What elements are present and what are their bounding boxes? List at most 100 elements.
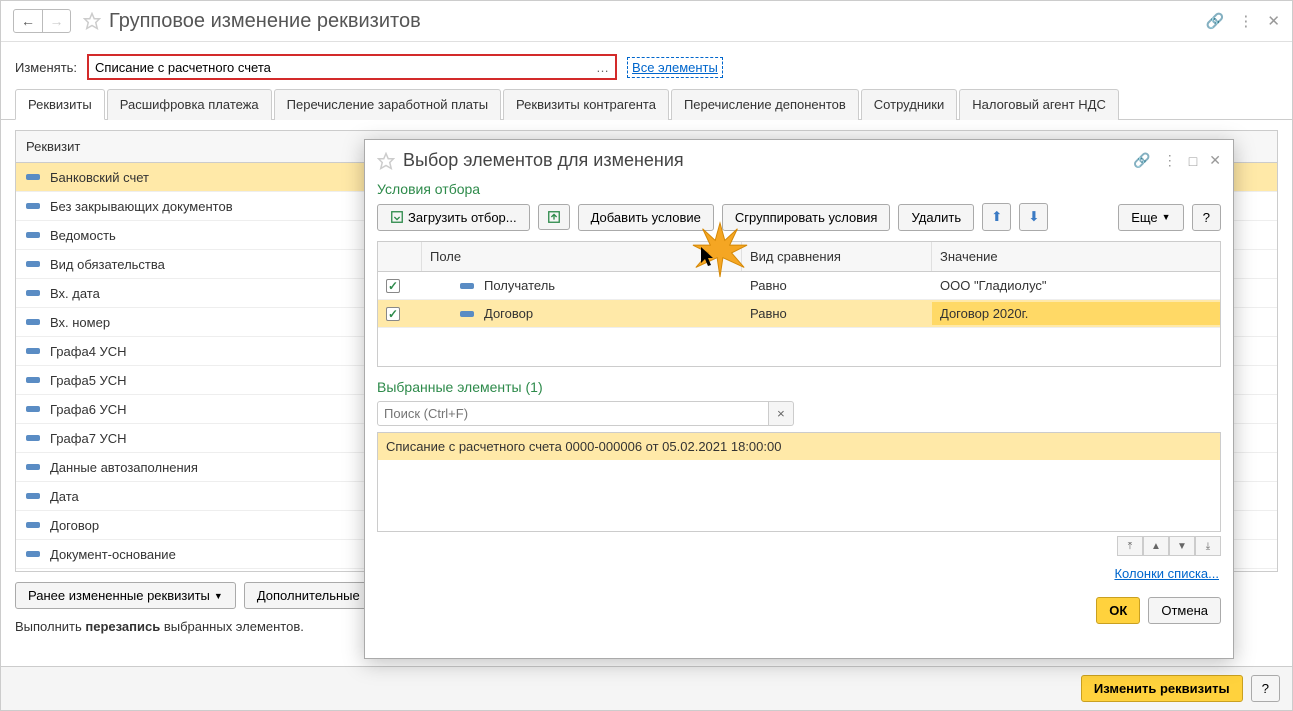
row-icon bbox=[26, 493, 40, 499]
cond-header-val: Значение bbox=[932, 242, 1220, 271]
chevron-down-icon: ▼ bbox=[214, 591, 223, 601]
condition-checkbox[interactable] bbox=[386, 279, 400, 293]
row-icon bbox=[460, 283, 474, 289]
condition-row[interactable]: Получатель Равно ООО "Гладиолус" bbox=[378, 272, 1220, 300]
row-icon bbox=[460, 311, 474, 317]
form-row: Изменять: … Все элементы bbox=[1, 42, 1292, 88]
delete-button[interactable]: Удалить bbox=[898, 204, 974, 231]
load-icon bbox=[390, 210, 404, 224]
row-label: Дата bbox=[50, 489, 79, 504]
result-list: Списание с расчетного счета 0000-000006 … bbox=[377, 432, 1221, 532]
selected-section-title: Выбранные элементы (1) bbox=[377, 379, 1221, 401]
menu-icon[interactable]: ⋮ bbox=[1163, 152, 1177, 169]
row-icon bbox=[26, 174, 40, 180]
page-title: Групповое изменение реквизитов bbox=[109, 10, 1206, 33]
maximize-icon[interactable]: □ bbox=[1189, 153, 1197, 169]
cond-val: ООО "Гладиолус" bbox=[932, 274, 1220, 297]
cond-val: Договор 2020г. bbox=[932, 302, 1220, 325]
select-dots-icon[interactable]: … bbox=[590, 60, 615, 75]
row-label: Вх. номер bbox=[50, 315, 110, 330]
arrow-down-icon: ⬇ bbox=[1028, 209, 1039, 225]
cond-header-check bbox=[378, 242, 422, 271]
save-icon bbox=[547, 210, 561, 224]
modal-help-button[interactable]: ? bbox=[1192, 204, 1221, 231]
cond-comp: Равно bbox=[742, 274, 932, 297]
footer-bar: Изменить реквизиты ? bbox=[1, 666, 1292, 710]
back-button[interactable]: ← bbox=[14, 10, 42, 32]
row-label: Банковский счет bbox=[50, 170, 149, 185]
cond-header-field: Поле bbox=[422, 242, 742, 271]
row-label: Графа7 УСН bbox=[50, 431, 127, 446]
selected-section: Выбранные элементы (1) × Списание с расч… bbox=[365, 367, 1233, 532]
tab-vat-agent[interactable]: Налоговый агент НДС bbox=[959, 89, 1119, 120]
row-label: Графа4 УСН bbox=[50, 344, 127, 359]
load-filter-button[interactable]: Загрузить отбор... bbox=[377, 204, 530, 231]
close-icon[interactable]: ✕ bbox=[1209, 152, 1221, 169]
tab-counterparty-req[interactable]: Реквизиты контрагента bbox=[503, 89, 669, 120]
nav-buttons: ← → bbox=[13, 9, 71, 33]
close-icon[interactable]: ✕ bbox=[1267, 12, 1280, 30]
cancel-button[interactable]: Отмена bbox=[1148, 597, 1221, 624]
change-requisites-button[interactable]: Изменить реквизиты bbox=[1081, 675, 1243, 702]
ok-button[interactable]: ОК bbox=[1096, 597, 1140, 624]
columns-link[interactable]: Колонки списка... bbox=[1114, 566, 1219, 581]
link-icon[interactable]: 🔗 bbox=[1206, 12, 1225, 30]
move-up-button[interactable]: ⬆ bbox=[982, 203, 1011, 231]
move-down-button[interactable]: ⬇ bbox=[1019, 203, 1048, 231]
change-input[interactable] bbox=[89, 60, 590, 75]
more-button[interactable]: Еще ▼ bbox=[1118, 204, 1183, 231]
nav-last-button[interactable]: ⤓ bbox=[1195, 536, 1221, 556]
row-icon bbox=[26, 290, 40, 296]
additional-button[interactable]: Дополнительные bbox=[244, 582, 373, 609]
row-icon bbox=[26, 261, 40, 267]
nav-up-button[interactable]: ▲ bbox=[1143, 536, 1169, 556]
change-select[interactable]: … bbox=[87, 54, 617, 80]
modal-buttons: ОК Отмена bbox=[365, 587, 1233, 634]
add-condition-button[interactable]: Добавить условие bbox=[578, 204, 714, 231]
modal-toolbar: Загрузить отбор... Добавить условие Сгру… bbox=[365, 203, 1233, 241]
help-button[interactable]: ? bbox=[1251, 675, 1280, 702]
tab-requisites[interactable]: Реквизиты bbox=[15, 89, 105, 120]
conditions-table: Поле Вид сравнения Значение Получатель Р… bbox=[377, 241, 1221, 367]
nav-down-button[interactable]: ▼ bbox=[1169, 536, 1195, 556]
tab-employees[interactable]: Сотрудники bbox=[861, 89, 957, 120]
row-icon bbox=[26, 377, 40, 383]
tab-salary-transfer[interactable]: Перечисление заработной платы bbox=[274, 89, 501, 120]
tab-payment-breakdown[interactable]: Расшифровка платежа bbox=[107, 89, 272, 120]
condition-row[interactable]: Договор Равно Договор 2020г. bbox=[378, 300, 1220, 328]
columns-link-row: Колонки списка... bbox=[365, 560, 1233, 587]
row-icon bbox=[26, 348, 40, 354]
condition-checkbox[interactable] bbox=[386, 307, 400, 321]
link-icon[interactable]: 🔗 bbox=[1133, 152, 1150, 169]
arrow-up-icon: ⬆ bbox=[991, 209, 1002, 225]
row-icon bbox=[26, 232, 40, 238]
forward-button[interactable]: → bbox=[42, 10, 70, 32]
row-icon bbox=[26, 464, 40, 470]
search-input[interactable] bbox=[377, 401, 769, 426]
row-icon bbox=[26, 319, 40, 325]
tab-deponent-transfer[interactable]: Перечисление депонентов bbox=[671, 89, 859, 120]
favorite-icon[interactable] bbox=[377, 152, 395, 170]
row-label: Данные автозаполнения bbox=[50, 460, 198, 475]
row-icon bbox=[26, 406, 40, 412]
modal-nav-buttons: ⤒ ▲ ▼ ⤓ bbox=[365, 532, 1233, 560]
row-label: Графа5 УСН bbox=[50, 373, 127, 388]
save-filter-button[interactable] bbox=[538, 204, 570, 230]
row-label: Договор bbox=[50, 518, 99, 533]
nav-first-button[interactable]: ⤒ bbox=[1117, 536, 1143, 556]
clear-search-button[interactable]: × bbox=[769, 401, 794, 426]
group-conditions-button[interactable]: Сгруппировать условия bbox=[722, 204, 891, 231]
row-label: Вх. дата bbox=[50, 286, 100, 301]
all-elements-link[interactable]: Все элементы bbox=[627, 57, 723, 78]
cond-field: Договор bbox=[484, 306, 533, 321]
row-icon bbox=[26, 551, 40, 557]
grid-header-requisite: Реквизит bbox=[16, 131, 90, 162]
result-row[interactable]: Списание с расчетного счета 0000-000006 … bbox=[378, 433, 1220, 460]
chevron-down-icon: ▼ bbox=[1162, 212, 1171, 222]
row-label: Документ-основание bbox=[50, 547, 176, 562]
favorite-icon[interactable] bbox=[83, 12, 101, 30]
main-window: ← → Групповое изменение реквизитов 🔗 ⋮ ✕… bbox=[0, 0, 1293, 711]
menu-icon[interactable]: ⋮ bbox=[1238, 12, 1253, 30]
modal-header: Выбор элементов для изменения 🔗 ⋮ □ ✕ bbox=[365, 140, 1233, 181]
prev-changed-button[interactable]: Ранее измененные реквизиты ▼ bbox=[15, 582, 236, 609]
